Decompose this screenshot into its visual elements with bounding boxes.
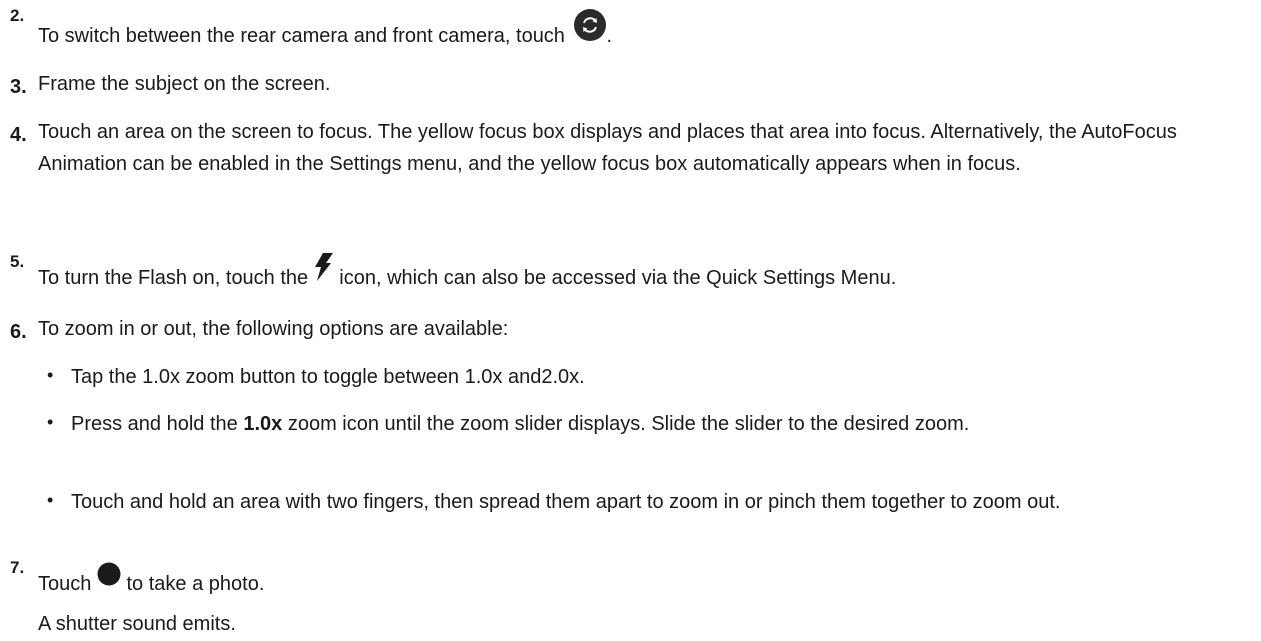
- camera-switch-icon: [573, 8, 607, 52]
- step-text: To turn the Flash on, touch the icon, wh…: [38, 252, 1241, 294]
- step-text: Touch to take a photo.: [38, 562, 1241, 600]
- bullet: •: [47, 412, 54, 432]
- list-item: Press and hold the 1.0x zoom icon until …: [71, 413, 970, 435]
- step-number: 6.: [10, 321, 27, 343]
- list-item: Tap the 1.0x zoom button to toggle betwe…: [71, 366, 585, 388]
- shutter-icon: [97, 562, 121, 596]
- step-number: 3.: [10, 76, 27, 98]
- step-number: 5.: [10, 252, 25, 271]
- step-number: 2.: [10, 6, 25, 25]
- flash-icon: [314, 252, 334, 291]
- list-item: Touch and hold an area with two fingers,…: [71, 491, 1061, 513]
- step-text: To switch between the rear camera and fr…: [38, 8, 1241, 52]
- step-text: Touch an area on the screen to focus. Th…: [38, 121, 1177, 175]
- bullet: •: [47, 490, 54, 510]
- step-number: 7.: [10, 558, 25, 577]
- step-number: 4.: [10, 124, 27, 146]
- step-text: To zoom in or out, the following options…: [38, 318, 509, 340]
- result-text: A shutter sound emits.: [38, 613, 236, 635]
- step-text: Frame the subject on the screen.: [38, 73, 331, 95]
- bullet: •: [47, 365, 54, 385]
